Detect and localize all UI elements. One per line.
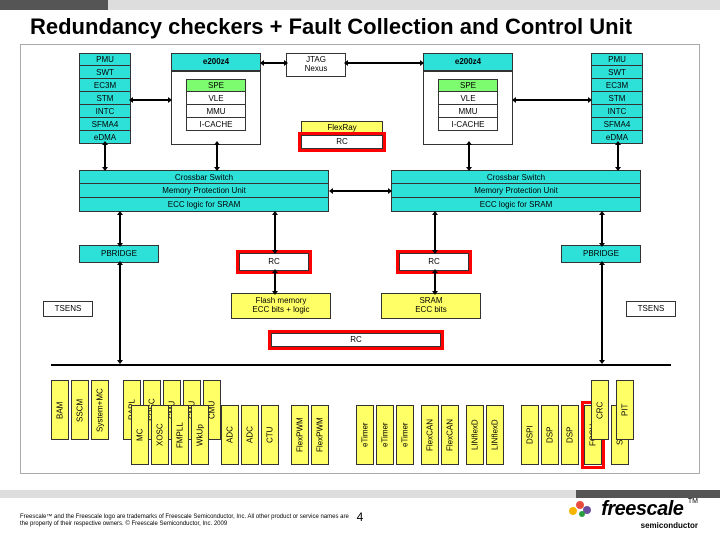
vb-sysmc: System+MC: [91, 380, 109, 440]
arrow: [601, 265, 603, 360]
flexray-block: FlexRay: [301, 121, 383, 135]
xbar-l-0: Crossbar Switch: [79, 170, 329, 184]
block-mmu-r: MMU: [438, 105, 498, 118]
tsens-right: TSENS: [626, 301, 676, 317]
arrow: [119, 265, 121, 360]
logo-text: freescale: [601, 498, 683, 520]
arrow: [434, 273, 436, 291]
vb-dspi: DSPI: [521, 405, 539, 465]
core-right-stack: SPE VLE MMU I-CACHE: [438, 79, 498, 131]
arrow: [516, 99, 588, 101]
block-sfma4: SFMA4: [79, 118, 131, 131]
vb-adc0: ADC: [221, 405, 239, 465]
vb-ctu: CTU: [261, 405, 279, 465]
vb-etimer1: eTimer: [376, 405, 394, 465]
arrow: [601, 215, 603, 243]
arrow: [274, 273, 276, 291]
footer: Freescale™ and the Freescale logo are tr…: [0, 498, 720, 540]
vb-pit: PIT: [616, 380, 634, 440]
bus-line: [51, 364, 671, 366]
vb-sscm: SSCM: [71, 380, 89, 440]
logo-subtext: semiconductor: [569, 521, 698, 530]
xbar-left: Crossbar Switch Memory Protection Unit E…: [79, 170, 329, 212]
block-icache-l: I-CACHE: [186, 118, 246, 131]
vb-mc: MC: [131, 405, 149, 465]
arrow: [617, 145, 619, 167]
block-pmu: PMU: [79, 53, 131, 66]
vb-etimer0: eTimer: [356, 405, 374, 465]
block-swt-r: SWT: [591, 66, 643, 79]
block-vle-l: VLE: [186, 92, 246, 105]
block-ec3m: EC3M: [79, 79, 131, 92]
block-diagram: PMU SWT EC3M STM INTC SFMA4 eDMA PMU SWT…: [20, 44, 700, 474]
freescale-logo: freescale TM semiconductor: [569, 498, 698, 530]
arrow: [216, 145, 218, 167]
right-pmu-stack: PMU SWT EC3M STM INTC SFMA4 eDMA: [591, 53, 643, 144]
logo-tm: TM: [688, 498, 698, 505]
footer-legal: Freescale™ and the Freescale logo are tr…: [20, 514, 350, 528]
block-sfma4-r: SFMA4: [591, 118, 643, 131]
vb-linflex1: LINflexD: [486, 405, 504, 465]
vb-wkup: WkUp: [191, 405, 209, 465]
vb-flexpwm0: FlexPWM: [291, 405, 309, 465]
block-spe-r: SPE: [438, 79, 498, 92]
vb-dsp1: DSP: [561, 405, 579, 465]
block-swt: SWT: [79, 66, 131, 79]
sram-block: SRAM ECC bits: [381, 293, 481, 319]
xbar-r-0: Crossbar Switch: [391, 170, 641, 184]
rc-mid: RC: [271, 333, 441, 347]
core-right-title: e200z4: [423, 53, 513, 71]
jtag-block: JTAG Nexus: [286, 53, 346, 77]
block-stm-r: STM: [591, 92, 643, 105]
arrow: [104, 145, 106, 167]
vb-crc: CRC: [591, 380, 609, 440]
arrow: [264, 62, 284, 64]
vb-flexcan0: FlexCAN: [421, 405, 439, 465]
xbar-r-1: Memory Protection Unit: [391, 184, 641, 198]
vb-bam: BAM: [51, 380, 69, 440]
arrow: [468, 145, 470, 167]
vb-dsp0: DSP: [541, 405, 559, 465]
logo-dots-icon: [569, 499, 593, 515]
block-ec3m-r: EC3M: [591, 79, 643, 92]
arrow: [434, 215, 436, 250]
page-number: 4: [357, 510, 364, 524]
arrow: [133, 99, 168, 101]
xbar-right: Crossbar Switch Memory Protection Unit E…: [391, 170, 641, 212]
left-pmu-stack: PMU SWT EC3M STM INTC SFMA4 eDMA: [79, 53, 131, 144]
vb-fmpll: FMPLL: [171, 405, 189, 465]
xbar-l-2: ECC logic for SRAM: [79, 198, 329, 212]
vb-xosc: XOSC: [151, 405, 169, 465]
arrow: [348, 62, 420, 64]
vb-flexpwm1: FlexPWM: [311, 405, 329, 465]
arrow: [333, 190, 388, 192]
header-accent: [0, 0, 720, 10]
footer-accent: [0, 490, 720, 498]
core-left-title: e200z4: [171, 53, 261, 71]
arrow: [119, 215, 121, 243]
block-intc: INTC: [79, 105, 131, 118]
rc-flexray: RC: [301, 135, 383, 149]
block-pmu-r: PMU: [591, 53, 643, 66]
block-stm: STM: [79, 92, 131, 105]
page-title: Redundancy checkers + Fault Collection a…: [0, 10, 720, 44]
vb-adc1: ADC: [241, 405, 259, 465]
vb-linflex0: LINflexD: [466, 405, 484, 465]
block-mmu-l: MMU: [186, 105, 246, 118]
vb-flexcan1: FlexCAN: [441, 405, 459, 465]
arrow: [274, 215, 276, 250]
flash-block: Flash memory ECC bits + logic: [231, 293, 331, 319]
block-icache-r: I-CACHE: [438, 118, 498, 131]
vb-etimer2: eTimer: [396, 405, 414, 465]
xbar-l-1: Memory Protection Unit: [79, 184, 329, 198]
xbar-r-2: ECC logic for SRAM: [391, 198, 641, 212]
tsens-left: TSENS: [43, 301, 93, 317]
block-vle-r: VLE: [438, 92, 498, 105]
core-left-stack: SPE VLE MMU I-CACHE: [186, 79, 246, 131]
block-intc-r: INTC: [591, 105, 643, 118]
block-spe-l: SPE: [186, 79, 246, 92]
